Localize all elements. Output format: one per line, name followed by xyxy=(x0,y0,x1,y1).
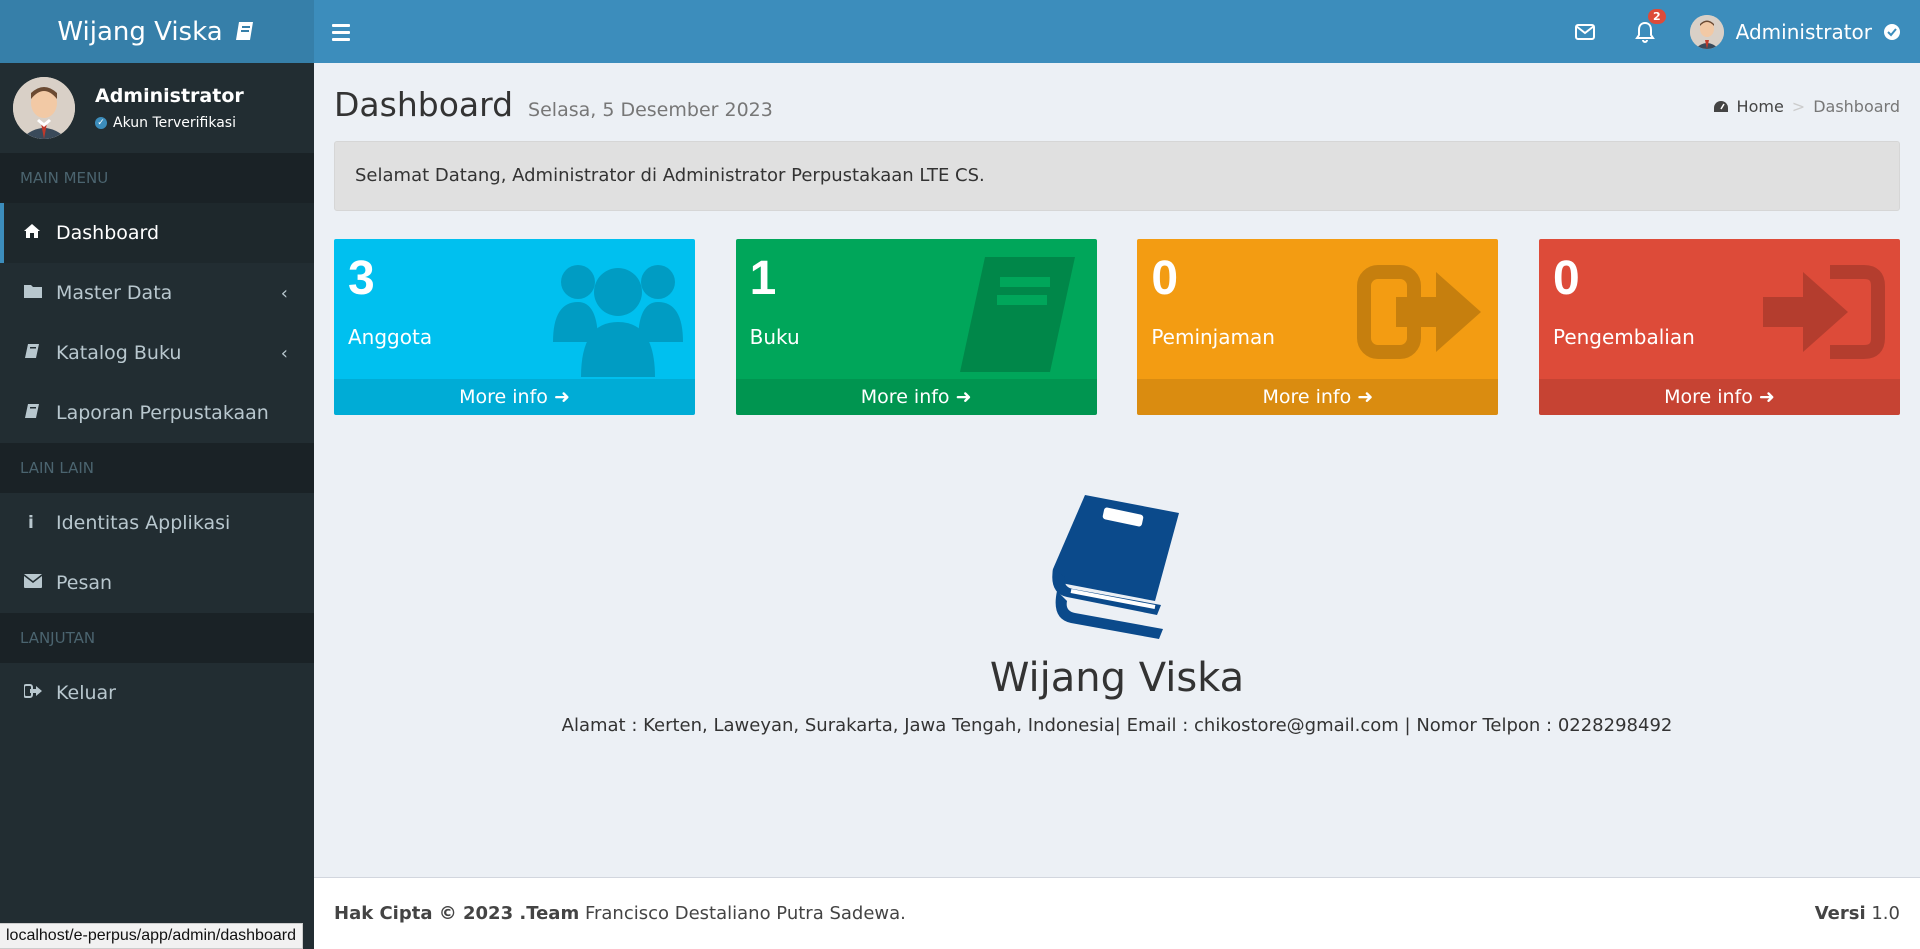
sidebar-item-laporan[interactable]: Laporan Perpustakaan xyxy=(0,383,314,443)
more-info-link[interactable]: More info ➜ xyxy=(1538,379,1900,415)
sidebar-item-keluar[interactable]: Keluar xyxy=(0,663,314,723)
book-icon xyxy=(24,343,56,364)
breadcrumb: Home > Dashboard xyxy=(1713,97,1900,116)
stat-value: 0 xyxy=(1151,252,1179,305)
sign-in-icon xyxy=(1762,265,1885,359)
arrow-circle-right-icon: ➜ xyxy=(955,386,972,408)
users-icon xyxy=(553,265,683,377)
book-icon xyxy=(959,257,1075,372)
sidebar-item-label: Pesan xyxy=(56,572,113,594)
user-status-label: Akun Terverifikasi xyxy=(113,115,236,131)
footer-copyright-label: Hak Cipta © 2023 .Team xyxy=(334,903,580,924)
avatar xyxy=(13,77,75,139)
more-info-link[interactable]: More info ➜ xyxy=(735,379,1097,415)
more-info-link[interactable]: More info ➜ xyxy=(334,379,695,415)
verified-icon xyxy=(1884,23,1900,40)
page-date: Selasa, 5 Desember 2023 xyxy=(528,99,773,121)
page-header: Dashboard Selasa, 5 Desember 2023 xyxy=(334,85,773,124)
more-info-label: More info xyxy=(860,386,950,408)
stat-box-pengembalian: 0 Pengembalian More info ➜ xyxy=(1538,239,1900,415)
more-info-label: More info xyxy=(1664,386,1753,408)
more-info-label: More info xyxy=(1262,386,1352,408)
sidebar-item-dashboard[interactable]: Dashboard xyxy=(0,203,314,263)
sidebar-toggle-button[interactable] xyxy=(332,17,364,47)
sidebar-item-katalog-buku[interactable]: Katalog Buku ‹ xyxy=(0,323,314,383)
verified-icon: ✓ xyxy=(95,117,107,129)
stat-box-peminjaman: 0 Peminjaman More info ➜ xyxy=(1137,239,1499,415)
sidebar-item-label: Laporan Perpustakaan xyxy=(56,402,269,424)
arrow-circle-right-icon: ➜ xyxy=(1357,386,1374,408)
stat-label: Buku xyxy=(749,325,800,349)
stat-value: 0 xyxy=(1552,252,1580,305)
stat-label: Peminjaman xyxy=(1151,325,1275,349)
home-icon xyxy=(24,223,56,243)
bell-icon xyxy=(1634,21,1655,43)
footer-version-label: Versi xyxy=(1814,903,1866,924)
more-info-label: More info xyxy=(459,386,548,408)
messages-button[interactable] xyxy=(1570,17,1600,47)
sidebar-item-pesan[interactable]: Pesan xyxy=(0,553,314,613)
sidebar-item-master-data[interactable]: Master Data ‹ xyxy=(0,263,314,323)
more-info-link[interactable]: More info ➜ xyxy=(1137,379,1499,415)
breadcrumb-separator: > xyxy=(1791,97,1806,116)
envelope-icon xyxy=(23,573,56,593)
sidebar-user-name: Administrator xyxy=(95,85,244,107)
page-footer: Hak Cipta © 2023 .Team Francisco Destali… xyxy=(314,877,1920,949)
book-icon xyxy=(24,403,56,424)
footer-version-value: 1.0 xyxy=(1871,903,1900,924)
stat-label: Anggota xyxy=(348,325,433,349)
brand-section: Wijang Viska Alamat : Kerten, Laweyan, S… xyxy=(314,483,1920,736)
books-logo-icon xyxy=(1052,495,1179,639)
stat-value: 1 xyxy=(749,252,777,305)
stat-value: 3 xyxy=(348,252,375,305)
stat-label: Pengembalian xyxy=(1552,325,1695,349)
top-navbar: 2 Administrator xyxy=(314,0,1920,63)
sidebar-item-label: Identitas Applikasi xyxy=(56,512,231,534)
main-content: Dashboard Selasa, 5 Desember 2023 Home >… xyxy=(314,63,1920,877)
notifications-button[interactable]: 2 xyxy=(1630,8,1666,47)
user-menu[interactable]: Administrator xyxy=(1689,14,1900,49)
footer-version: Versi 1.0 xyxy=(1815,903,1900,924)
footer-team: Francisco Destaliano Putra Sadewa. xyxy=(584,903,906,924)
status-url: localhost/e-perpus/app/admin/dashboard xyxy=(0,923,303,949)
user-name: Administrator xyxy=(1735,19,1872,44)
sidebar-item-label: Keluar xyxy=(56,682,116,704)
brand-title: Wijang Viska xyxy=(989,655,1245,701)
envelope-icon xyxy=(1574,23,1595,40)
arrow-circle-right-icon: ➜ xyxy=(1758,386,1775,408)
breadcrumb-current: Dashboard xyxy=(1813,97,1900,116)
welcome-text: Selamat Datang, Administrator di Adminis… xyxy=(355,165,985,186)
notification-badge: 2 xyxy=(1648,8,1666,24)
user-status: ✓ Akun Terverifikasi xyxy=(95,115,244,131)
user-panel: Administrator ✓ Akun Terverifikasi xyxy=(0,63,314,153)
sidebar-item-label: Katalog Buku xyxy=(56,342,182,364)
dashboard-icon xyxy=(1713,100,1728,112)
stat-box-anggota: 3 Anggota More info ➜ xyxy=(334,239,695,415)
page-title: Dashboard xyxy=(334,85,514,124)
info-icon: i xyxy=(28,513,34,533)
sidebar-item-label: Master Data xyxy=(56,282,173,304)
stat-box-buku: 1 Buku More info ➜ xyxy=(735,239,1097,415)
brand-address: Alamat : Kerten, Laweyan, Surakarta, Jaw… xyxy=(561,715,1673,736)
chevron-left-icon: ‹ xyxy=(280,342,288,364)
stats-row: 3 Anggota More info ➜ 1 Buku More info ➜… xyxy=(334,239,1900,415)
avatar xyxy=(1689,14,1724,49)
welcome-callout: Selamat Datang, Administrator di Adminis… xyxy=(334,141,1900,211)
app-logo[interactable]: Wijang Viska xyxy=(0,0,314,63)
footer-copyright: Hak Cipta © 2023 .Team Francisco Destali… xyxy=(334,903,906,924)
sidebar-item-identitas[interactable]: i Identitas Applikasi xyxy=(0,493,314,553)
book-icon xyxy=(235,21,253,40)
sidebar-item-label: Dashboard xyxy=(56,222,160,244)
menu-header-main: MAIN MENU xyxy=(0,153,314,203)
chevron-left-icon: ‹ xyxy=(280,282,288,304)
sign-out-icon xyxy=(23,683,56,703)
menu-header-next: LANJUTAN xyxy=(0,613,314,663)
breadcrumb-home[interactable]: Home xyxy=(1737,97,1784,116)
app-brand: Wijang Viska xyxy=(57,16,223,47)
menu-header-other: LAIN LAIN xyxy=(0,443,314,493)
arrow-circle-right-icon: ➜ xyxy=(553,386,570,408)
sign-out-icon xyxy=(1357,265,1482,359)
sidebar: Administrator ✓ Akun Terverifikasi MAIN … xyxy=(0,63,314,949)
folder-icon xyxy=(24,283,56,303)
